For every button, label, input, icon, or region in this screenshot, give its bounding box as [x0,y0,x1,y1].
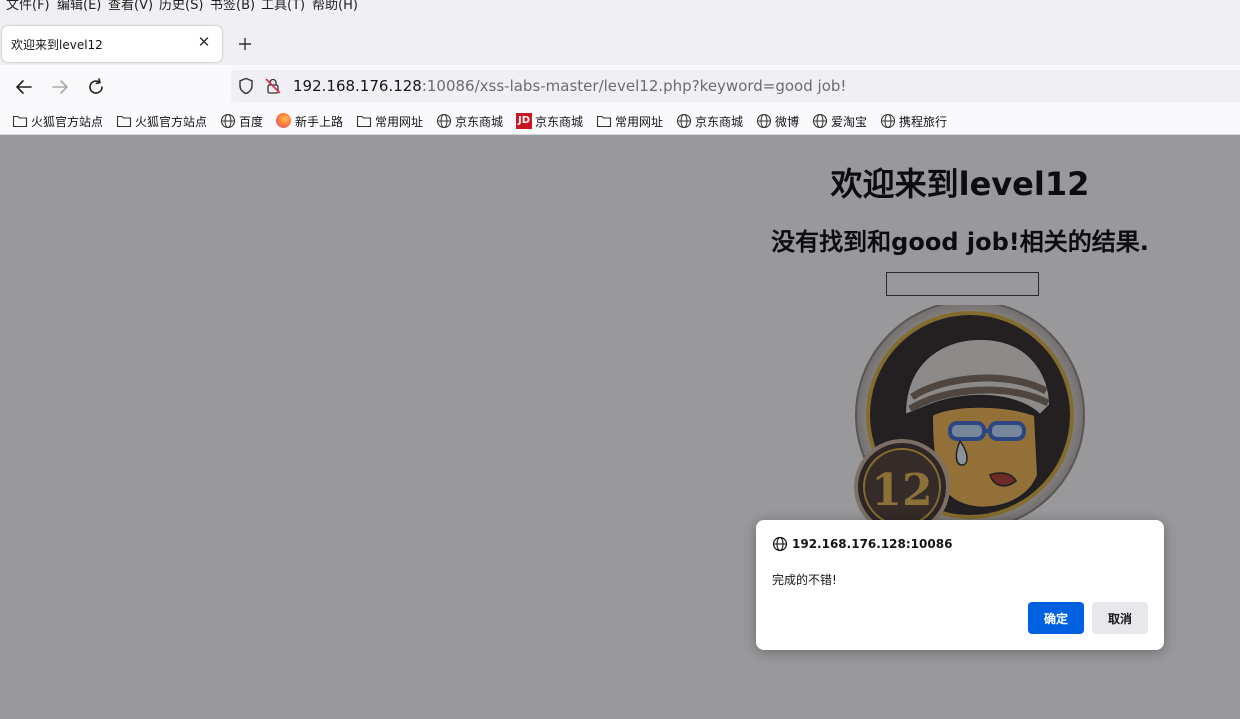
reload-button[interactable] [84,75,108,99]
globe-icon [812,113,828,129]
menu-edit[interactable]: 编辑(E) [57,0,101,13]
menu-view[interactable]: 查看(V) [108,0,153,13]
url-host: 192.168.176.128 [293,77,422,95]
url-path: :10086/xss-labs-master/level12.php?keywo… [421,77,847,95]
ok-button[interactable]: 确定 [1028,602,1084,634]
menu-history[interactable]: 历史(S) [159,0,203,13]
bookmark-label: 火狐官方站点 [135,115,208,129]
bookmark-item[interactable]: 京东商城 [676,112,748,130]
bookmark-item[interactable]: JD 京东商城 [516,112,588,130]
dialog-origin: 192.168.176.128:10086 [792,537,953,551]
url-bar[interactable]: 192.168.176.128:10086/xss-labs-master/le… [231,70,1240,102]
bookmarks-toolbar: 火狐官方站点 火狐官方站点 百度 新手上路 常用网址 京东商城 JD 京东商城 … [0,108,1240,135]
globe-icon [676,113,692,129]
cancel-button[interactable]: 取消 [1092,602,1148,634]
bookmark-label: 火狐官方站点 [31,115,104,129]
bookmark-label: 常用网址 [375,115,424,129]
folder-icon [12,115,28,128]
bookmark-label: 常用网址 [615,115,664,129]
menu-bar: 文件(F) 编辑(E) 查看(V) 历史(S) 书签(B) 工具(T) 帮助(H… [0,0,1240,13]
bookmark-label: 京东商城 [695,115,744,129]
menu-bookmarks[interactable]: 书签(B) [210,0,255,13]
close-icon[interactable]: ✕ [194,32,214,52]
bookmark-item[interactable]: 京东商城 [436,112,508,130]
plus-icon [239,38,251,50]
bookmark-label: 携程旅行 [899,115,948,129]
alert-dialog: 192.168.176.128:10086 完成的不错! 确定 取消 [756,520,1164,650]
insecure-lock-icon[interactable] [264,77,282,95]
jd-icon: JD [516,113,532,129]
globe-icon [880,113,896,129]
bookmark-item[interactable]: 火狐官方站点 [12,112,107,130]
url-text[interactable]: 192.168.176.128:10086/xss-labs-master/le… [293,77,846,95]
bookmark-item[interactable]: 爱淘宝 [812,112,872,130]
tab-title: 欢迎来到level12 [11,38,103,52]
bookmark-label: 新手上路 [295,115,344,129]
folder-icon [116,115,132,128]
bookmark-item[interactable]: 火狐官方站点 [116,112,211,130]
bookmark-item[interactable]: 微博 [756,112,804,130]
bookmark-label: 京东商城 [535,115,584,129]
bookmark-item[interactable]: 百度 [220,112,268,130]
tab-strip: 欢迎来到level12 ✕ [0,17,1240,65]
bookmark-item[interactable]: 携程旅行 [880,112,952,130]
bookmark-label: 爱淘宝 [831,115,868,129]
dialog-message: 完成的不错! [772,573,837,587]
bookmark-label: 京东商城 [455,115,504,129]
bookmark-label: 百度 [239,115,264,129]
bookmark-item[interactable]: 常用网址 [596,112,668,130]
menu-tools[interactable]: 工具(T) [261,0,305,13]
back-arrow-icon [16,80,32,94]
globe-icon [772,536,788,552]
globe-icon [436,113,452,129]
reload-icon [89,78,103,94]
forward-arrow-icon [52,80,68,94]
tab-active[interactable]: 欢迎来到level12 ✕ [2,26,222,62]
bookmark-item[interactable]: 常用网址 [356,112,428,130]
back-button[interactable] [12,75,36,99]
firefox-icon [276,113,291,128]
new-tab-button[interactable] [234,33,256,55]
folder-icon [356,115,372,128]
globe-icon [756,113,772,129]
forward-button[interactable] [48,75,72,99]
menu-file[interactable]: 文件(F) [6,0,50,13]
menu-help[interactable]: 帮助(H) [312,0,358,13]
shield-icon[interactable] [237,77,255,95]
folder-icon [596,115,612,128]
bookmark-label: 微博 [775,115,800,129]
bookmark-item[interactable]: 新手上路 [276,112,348,130]
nav-bar: 192.168.176.128:10086/xss-labs-master/le… [0,65,1240,108]
globe-icon [220,113,236,129]
